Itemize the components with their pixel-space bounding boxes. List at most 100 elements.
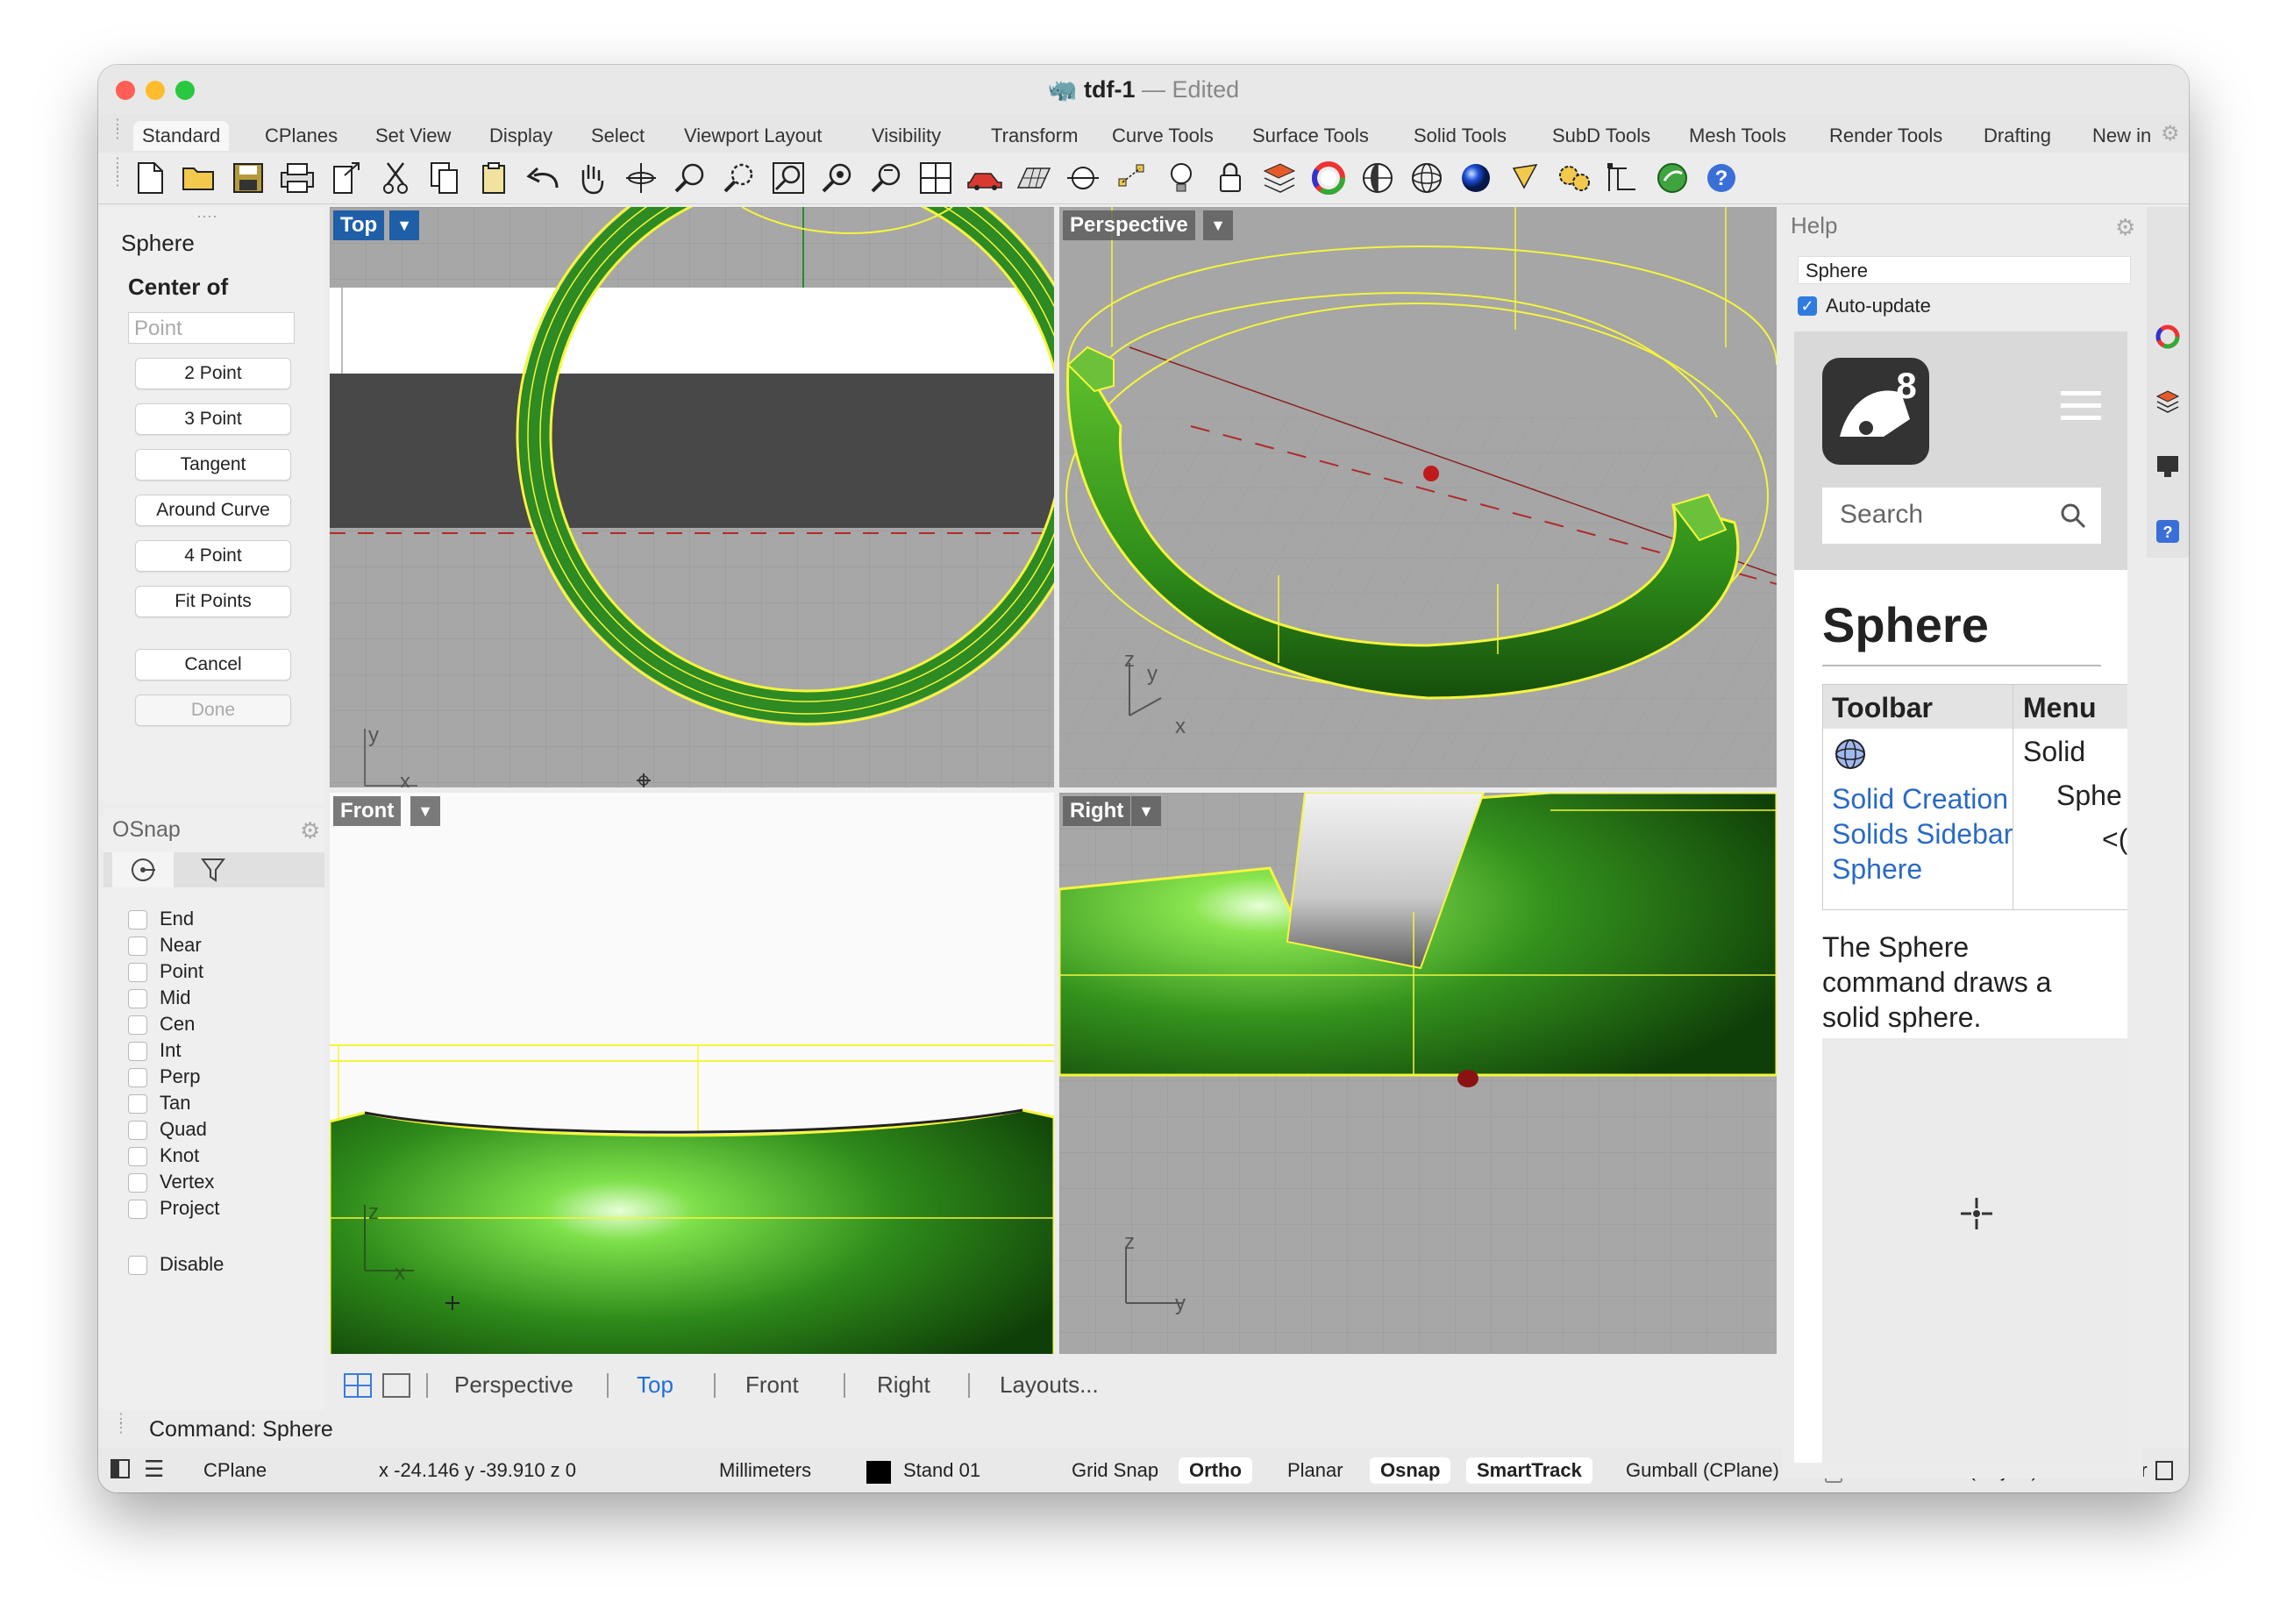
light-bulb-icon[interactable] [1161, 158, 1201, 198]
tab-display[interactable]: Display [481, 121, 561, 151]
copy-icon[interactable] [424, 158, 465, 198]
help-question-icon[interactable]: ? [1701, 158, 1742, 198]
option-3-point-button[interactable]: 3 Point [135, 403, 291, 435]
tab-curve-tools[interactable]: Curve Tools [1103, 121, 1222, 151]
point-input[interactable]: Point [128, 312, 295, 344]
viewport-top[interactable]: x y Top ▼ [330, 207, 1054, 787]
render-sphere-icon[interactable] [1456, 158, 1496, 198]
done-button[interactable]: Done [135, 694, 291, 726]
osnap-cen-checkbox[interactable]: Cen [128, 1012, 195, 1036]
color-wheel-icon[interactable] [2155, 324, 2180, 349]
gear-icon[interactable]: ⚙ [2161, 121, 2180, 146]
option-fit-points-button[interactable]: Fit Points [135, 586, 291, 617]
layer-color-swatch[interactable] [866, 1461, 891, 1484]
sidebar-toggle-icon[interactable] [110, 1459, 130, 1478]
export-icon[interactable] [326, 158, 367, 198]
drag-handle-icon[interactable]: ⋮ ⋮ [110, 118, 125, 141]
lock-icon[interactable] [1210, 158, 1250, 198]
viewport-tab-front[interactable]: Front [745, 1371, 799, 1399]
car-icon[interactable] [965, 158, 1005, 198]
tab-render-tools[interactable]: Render Tools [1820, 121, 1951, 151]
tab-select[interactable]: Select [582, 121, 653, 151]
auto-update-checkbox[interactable]: ✓ [1798, 296, 1817, 316]
select-points-icon[interactable] [1112, 158, 1152, 198]
spotlight-icon[interactable] [1505, 158, 1545, 198]
cancel-button[interactable]: Cancel [135, 649, 291, 680]
viewport-label-perspective[interactable]: Perspective [1063, 210, 1195, 240]
planar-toggle[interactable]: Planar [1287, 1457, 1343, 1484]
chevron-down-icon[interactable]: ▼ [1203, 210, 1233, 240]
tab-new-in[interactable]: New in [2084, 121, 2160, 151]
gear-icon[interactable]: ⚙ [300, 817, 320, 844]
dimension-icon[interactable] [1603, 158, 1643, 198]
link-solid-creation[interactable]: Solid Creation [1832, 783, 2008, 816]
osnap-tan-checkbox[interactable]: Tan [128, 1091, 190, 1115]
viewport-tab-perspective[interactable]: Perspective [454, 1371, 574, 1399]
panel-toggle-icon[interactable] [2155, 1461, 2173, 1480]
drag-handle-icon[interactable]: ···· [196, 207, 217, 225]
option-around-curve-button[interactable]: Around Curve [135, 495, 291, 526]
tab-subd-tools[interactable]: SubD Tools [1543, 121, 1659, 151]
viewport-front[interactable]: x z Front ▼ [330, 793, 1054, 1354]
tab-mesh-tools[interactable]: Mesh Tools [1680, 121, 1795, 151]
chevron-down-icon[interactable]: ▼ [1131, 796, 1161, 826]
single-viewport-icon[interactable] [382, 1373, 410, 1402]
osnap-point-checkbox[interactable]: Point [128, 959, 203, 984]
help-search-box[interactable]: Search [1822, 488, 2101, 544]
color-wheel-icon[interactable] [1308, 158, 1349, 198]
link-solids-sidebar[interactable]: Solids Sidebar [1832, 818, 2013, 851]
units-status[interactable]: Millimeters [719, 1457, 811, 1484]
osnap-end-checkbox[interactable]: End [128, 907, 194, 931]
undo-view-icon[interactable] [866, 158, 907, 198]
grid-snap-toggle[interactable]: Grid Snap [1072, 1457, 1158, 1484]
viewport-right[interactable]: z y Right ▼ [1059, 793, 1777, 1354]
four-viewports-icon[interactable] [916, 158, 956, 198]
zoom-icon[interactable] [670, 158, 710, 198]
list-icon[interactable]: ☰ [144, 1456, 164, 1483]
save-icon[interactable] [228, 158, 268, 198]
options-gears-icon[interactable] [1554, 158, 1594, 198]
print-icon[interactable] [277, 158, 317, 198]
paste-icon[interactable] [474, 158, 514, 198]
osnap-near-checkbox[interactable]: Near [128, 933, 202, 958]
smarttrack-toggle[interactable]: SmartTrack [1466, 1457, 1592, 1484]
zoom-selected-icon[interactable] [817, 158, 858, 198]
filter-tab-button[interactable] [182, 852, 244, 887]
grid-icon[interactable] [1014, 158, 1054, 198]
chevron-down-icon[interactable]: ▼ [389, 210, 419, 240]
drag-handle-icon[interactable]: ⋮ ⋮ [114, 1413, 128, 1435]
viewport-perspective[interactable]: z y x Perspective ▼ [1059, 207, 1777, 787]
option-2-point-button[interactable]: 2 Point [135, 358, 291, 389]
viewport-tab-right[interactable]: Right [877, 1371, 930, 1399]
rhino-globe-icon[interactable] [1652, 158, 1692, 198]
viewport-tab-layouts[interactable]: Layouts... [1000, 1371, 1099, 1399]
osnap-project-checkbox[interactable]: Project [128, 1196, 219, 1221]
zoom-window-icon[interactable] [719, 158, 759, 198]
osnap-tab-button[interactable] [112, 852, 174, 887]
osnap-int-checkbox[interactable]: Int [128, 1038, 181, 1063]
cplane-origin-icon[interactable] [1063, 158, 1103, 198]
open-folder-icon[interactable] [179, 158, 219, 198]
tab-drafting[interactable]: Drafting [1975, 121, 2060, 151]
gear-icon[interactable]: ⚙ [2115, 214, 2135, 241]
cut-icon[interactable] [375, 158, 416, 198]
new-file-icon[interactable] [130, 158, 170, 198]
osnap-quad-checkbox[interactable]: Quad [128, 1117, 207, 1142]
osnap-perp-checkbox[interactable]: Perp [128, 1065, 200, 1089]
viewport-tab-top[interactable]: Top [637, 1371, 673, 1399]
link-sphere[interactable]: Sphere [1832, 853, 1922, 886]
drag-handle-icon[interactable]: ⋮ ⋮ ⋮ [110, 157, 125, 189]
help-command-field[interactable]: Sphere [1798, 256, 2131, 284]
shaded-sphere-icon[interactable] [1407, 158, 1447, 198]
tab-cplanes[interactable]: CPlanes [256, 121, 346, 151]
chevron-down-icon[interactable]: ▼ [410, 796, 440, 826]
layers-icon[interactable] [2155, 389, 2180, 414]
osnap-mid-checkbox[interactable]: Mid [128, 986, 190, 1010]
pan-hand-icon[interactable] [572, 158, 612, 198]
tab-set-view[interactable]: Set View [367, 121, 460, 151]
tab-transform[interactable]: Transform [982, 121, 1087, 151]
viewport-label-front[interactable]: Front [333, 796, 402, 826]
osnap-toggle[interactable]: Osnap [1370, 1457, 1451, 1484]
four-viewports-icon[interactable] [344, 1373, 372, 1402]
osnap-vertex-checkbox[interactable]: Vertex [128, 1170, 214, 1194]
